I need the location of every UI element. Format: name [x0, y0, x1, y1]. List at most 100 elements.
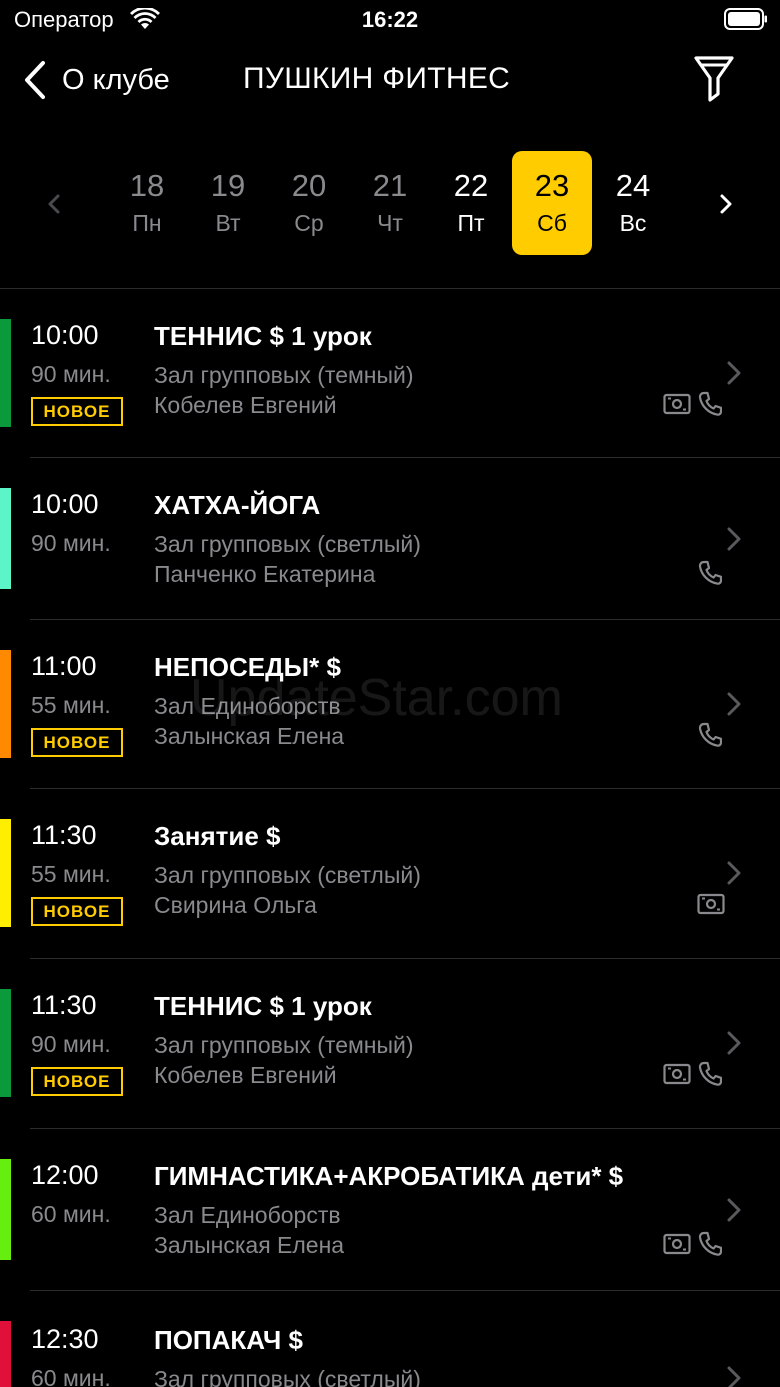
cash-icon — [697, 893, 725, 915]
class-time: 10:00 — [31, 489, 99, 519]
class-row[interactable]: 11:00 55 мин. НОВОЕ НЕПОСЕДЫ* $ Зал Един… — [0, 620, 780, 789]
chevron-right-icon — [727, 527, 741, 551]
class-title: ТЕННИС $ 1 урок — [154, 321, 372, 351]
class-trainer: Кобелев Евгений — [154, 392, 337, 418]
day-weekday: Вт — [215, 210, 241, 236]
class-room: Зал Единоборств — [154, 1202, 341, 1228]
class-title: НЕПОСЕДЫ* $ — [154, 652, 341, 682]
new-badge: НОВОЕ — [31, 1067, 123, 1096]
status-bar: Оператор 16:22 — [0, 0, 780, 40]
class-duration: 90 мин. — [31, 530, 111, 556]
battery-icon — [724, 8, 767, 30]
class-trainer: Кобелев Евгений — [154, 1062, 337, 1088]
class-trainer: Залынская Елена — [154, 723, 345, 749]
day-weekday: Пн — [132, 210, 162, 236]
status-clock: 16:22 — [361, 7, 419, 32]
phone-icon — [698, 391, 722, 416]
day-18[interactable]: 18 Пн — [107, 151, 187, 255]
class-title: ХАТХА-ЙОГА — [154, 490, 321, 520]
class-time: 12:00 — [31, 1160, 99, 1190]
cash-icon — [663, 1233, 691, 1255]
class-trainer: Панченко Екатерина — [154, 561, 376, 587]
class-duration: 90 мин. — [31, 361, 111, 387]
day-19[interactable]: 19 Вт — [188, 151, 268, 255]
day-24[interactable]: 24 Вс — [593, 151, 673, 255]
day-23-selected[interactable]: 23 Сб — [512, 151, 592, 255]
class-time: 11:30 — [31, 820, 97, 850]
class-time: 12:30 — [31, 1324, 99, 1354]
class-color-bar — [0, 989, 11, 1097]
class-trainer: Залынская Елена — [154, 1232, 345, 1258]
class-time: 11:30 — [31, 990, 97, 1020]
class-color-bar — [0, 650, 11, 758]
chevron-right-icon — [727, 1198, 741, 1222]
cash-icon — [663, 393, 691, 415]
class-color-bar — [0, 488, 11, 589]
filter-icon[interactable] — [692, 54, 736, 104]
class-room: Зал групповых (темный) — [154, 362, 414, 388]
day-number: 20 — [291, 168, 327, 203]
class-row[interactable]: 10:00 90 мин. НОВОЕ ТЕННИС $ 1 урок Зал … — [0, 289, 780, 458]
chevron-right-icon — [727, 692, 741, 716]
chevron-left-icon — [25, 61, 45, 99]
class-time: 11:00 — [31, 651, 97, 681]
day-number: 18 — [129, 168, 165, 203]
day-number: 19 — [210, 168, 246, 203]
back-button[interactable]: О клубе — [22, 58, 170, 102]
next-week-chevron-icon[interactable] — [716, 190, 736, 218]
day-21[interactable]: 21 Чт — [350, 151, 430, 255]
class-schedule-list: 10:00 90 мин. НОВОЕ ТЕННИС $ 1 урок Зал … — [0, 289, 780, 1387]
new-badge: НОВОЕ — [31, 728, 123, 757]
week-date-picker: 18 Пн 19 Вт 20 Ср 21 Чт 22 Пт 23 Сб 24 В… — [0, 140, 780, 270]
class-row[interactable]: 11:30 90 мин. НОВОЕ ТЕННИС $ 1 урок Зал … — [0, 959, 780, 1129]
class-row[interactable]: 10:00 90 мин. ХАТХА-ЙОГА Зал групповых (… — [0, 458, 780, 620]
class-duration: 55 мин. — [31, 692, 111, 718]
chevron-right-icon — [727, 361, 741, 385]
day-number: 22 — [453, 168, 489, 203]
page-title: ПУШКИН ФИТНЕС — [243, 62, 511, 95]
class-title: ГИМНАСТИКА+АКРОБАТИКА дети* $ — [154, 1161, 624, 1191]
chevron-right-icon — [727, 1366, 741, 1387]
class-duration: 55 мин. — [31, 861, 111, 887]
class-row[interactable]: 11:30 55 мин. НОВОЕ Занятие $ Зал группо… — [0, 789, 780, 959]
day-number: 23 — [534, 168, 570, 203]
class-title: Занятие $ — [154, 821, 281, 851]
class-color-bar — [0, 1321, 11, 1387]
cash-icon — [663, 1063, 691, 1085]
class-room: Зал групповых (темный) — [154, 1032, 414, 1058]
navigation-bar: О клубе ПУШКИН ФИТНЕС — [0, 40, 780, 120]
class-duration: 90 мин. — [31, 1031, 111, 1057]
class-room: Зал групповых (светлый) — [154, 862, 421, 888]
class-duration: 60 мин. — [31, 1365, 111, 1387]
new-badge: НОВОЕ — [31, 897, 123, 926]
day-weekday: Вс — [619, 210, 647, 236]
phone-icon — [698, 1231, 722, 1256]
chevron-right-icon — [727, 1031, 741, 1055]
class-room: Зал Единоборств — [154, 693, 341, 719]
class-room: Зал групповых (светлый) — [154, 1366, 421, 1387]
class-duration: 60 мин. — [31, 1201, 111, 1227]
day-weekday: Ср — [294, 210, 324, 236]
class-color-bar — [0, 1159, 11, 1260]
class-trainer: Свирина Ольга — [154, 892, 317, 918]
phone-icon — [698, 722, 722, 747]
class-color-bar — [0, 819, 11, 927]
chevron-right-icon — [727, 861, 741, 885]
new-badge: НОВОЕ — [31, 397, 123, 426]
day-number: 24 — [615, 168, 651, 203]
back-button-label: О клубе — [62, 63, 170, 96]
prev-week-chevron-icon[interactable] — [44, 190, 64, 218]
day-20[interactable]: 20 Ср — [269, 151, 349, 255]
day-weekday: Пт — [457, 210, 485, 236]
class-time: 10:00 — [31, 320, 99, 350]
class-row[interactable]: 12:30 60 мин. ПОПАКАЧ $ Зал групповых (с… — [0, 1291, 780, 1387]
day-weekday: Сб — [537, 210, 567, 236]
phone-icon — [698, 1061, 722, 1086]
phone-icon — [698, 560, 722, 585]
class-title: ПОПАКАЧ $ — [154, 1325, 303, 1355]
class-color-bar — [0, 319, 11, 427]
day-22[interactable]: 22 Пт — [431, 151, 511, 255]
class-row[interactable]: 12:00 60 мин. ГИМНАСТИКА+АКРОБАТИКА дети… — [0, 1129, 780, 1291]
class-room: Зал групповых (светлый) — [154, 531, 421, 557]
day-number: 21 — [372, 168, 408, 203]
